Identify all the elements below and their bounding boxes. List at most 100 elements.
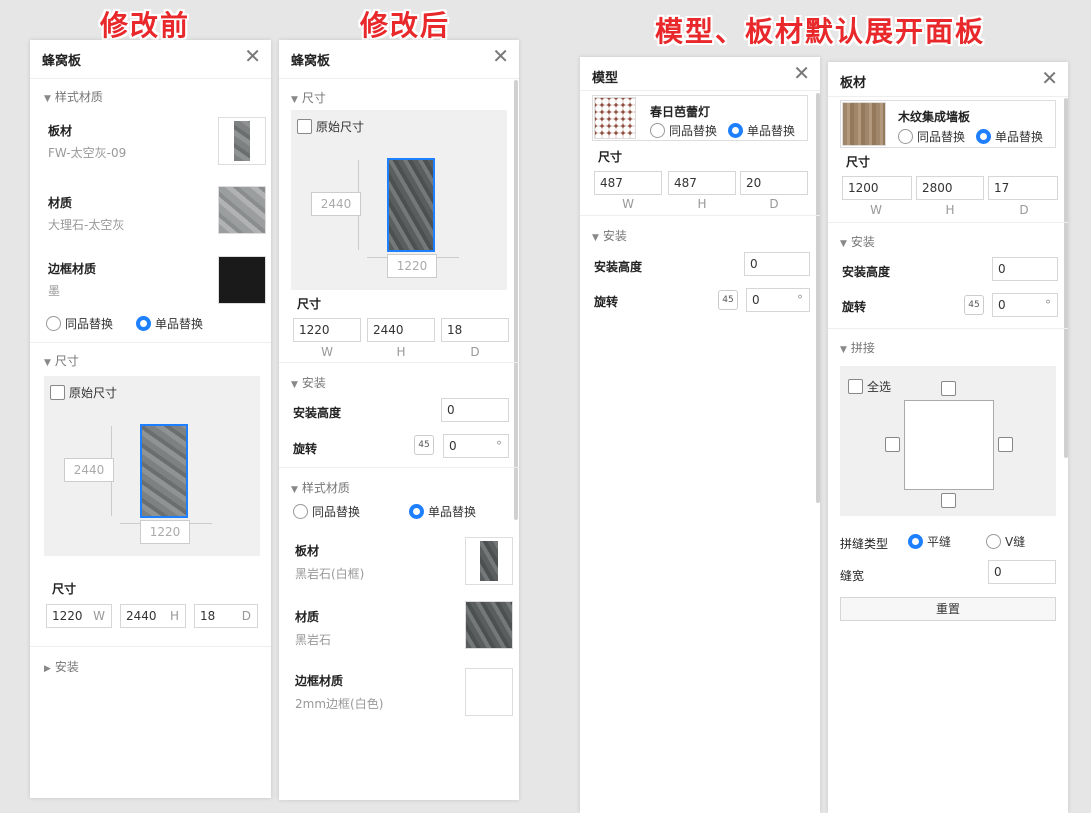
panel-title: 板材 (840, 76, 867, 91)
model-thumbnail[interactable] (842, 102, 886, 146)
radio-seam-flat[interactable]: 平缝 (908, 533, 951, 550)
depth-input[interactable]: 17 (988, 176, 1058, 200)
checkbox-icon (941, 493, 956, 508)
material-thumbnail[interactable] (218, 117, 266, 165)
scrollbar[interactable] (1064, 98, 1068, 458)
install-height-input[interactable]: 0 (744, 252, 810, 276)
height-input[interactable]: 2800 (916, 176, 984, 200)
panel-title: 模型 (592, 71, 619, 86)
select-all-checkbox[interactable]: 全选 (848, 378, 891, 395)
rotate-input[interactable]: 0 ° (746, 288, 810, 312)
input-value: 0 (998, 298, 1006, 312)
section-label: 尺寸 (301, 91, 326, 105)
material-thumbnail[interactable] (218, 186, 266, 234)
section-install[interactable]: ▶ 安装 (44, 658, 79, 675)
scrollbar[interactable] (816, 93, 820, 503)
left-edge-checkbox[interactable] (885, 437, 904, 452)
splice-preview: 全选 (840, 366, 1056, 516)
triangle-down-icon: ▼ (44, 94, 51, 104)
install-height-input[interactable]: 0 (992, 257, 1058, 281)
input-value: 1200 (848, 181, 879, 195)
seam-width-input[interactable]: 0 (988, 560, 1056, 584)
depth-input[interactable]: 20 (740, 171, 808, 195)
height-dimension: 2440 (311, 192, 361, 216)
bottom-edge-checkbox[interactable] (941, 493, 960, 508)
width-input[interactable]: 1220 W (46, 604, 112, 628)
rotate-input[interactable]: 0 ° (992, 293, 1058, 317)
height-input[interactable]: 2440 (367, 318, 435, 342)
width-axis-label: W (622, 197, 634, 211)
height-input[interactable]: 487 (668, 171, 736, 195)
original-size-checkbox[interactable]: 原始尺寸 (297, 118, 364, 135)
close-icon[interactable]: ✕ (793, 63, 810, 83)
unit-label: D (241, 609, 251, 623)
right-edge-checkbox[interactable] (998, 437, 1017, 452)
board-preview (387, 158, 435, 252)
rotate-input[interactable]: 0 ° (443, 434, 509, 458)
input-value: 487 (600, 176, 623, 190)
size-label: 尺寸 (846, 155, 871, 169)
divider (828, 328, 1068, 329)
checkbox-icon (50, 385, 65, 400)
item-label: 板材 (295, 544, 320, 558)
radio-single-product[interactable]: 单品替换 (728, 122, 795, 139)
section-install[interactable]: ▼ 安装 (840, 233, 875, 250)
scrollbar[interactable] (514, 80, 518, 520)
material-thumbnail[interactable] (465, 601, 513, 649)
install-height-input[interactable]: 0 (441, 398, 509, 422)
model-thumbnail[interactable] (594, 97, 636, 139)
width-input[interactable]: 1200 (842, 176, 912, 200)
radio-single-product[interactable]: 单品替换 (136, 315, 203, 332)
material-thumbnail[interactable] (465, 668, 513, 716)
original-size-checkbox[interactable]: 原始尺寸 (50, 384, 117, 401)
rotate-45-icon[interactable]: 45 (718, 290, 738, 310)
section-style-material[interactable]: ▼ 样式材质 (291, 479, 350, 496)
checkbox-icon (297, 119, 312, 134)
depth-axis-label: D (1019, 203, 1029, 217)
radio-label: 单品替换 (155, 317, 204, 331)
reset-button[interactable]: 重置 (840, 597, 1056, 621)
install-height-label: 安装高度 (293, 406, 342, 420)
section-install[interactable]: ▼ 安装 (291, 374, 326, 391)
radio-seam-v[interactable]: V缝 (986, 533, 1025, 550)
rotate-45-icon[interactable]: 45 (414, 435, 434, 455)
close-icon[interactable]: ✕ (244, 46, 261, 66)
depth-input[interactable]: 18 (441, 318, 509, 342)
height-axis-label: H (396, 345, 406, 359)
panel-board: 板材 ✕ 木纹集成墙板 同品替换 单品替换 尺寸 1200 2800 17 W … (828, 62, 1068, 813)
input-value: 0 (752, 293, 760, 307)
section-style-material[interactable]: ▼ 样式材质 (44, 88, 103, 105)
section-splice[interactable]: ▼ 拼接 (840, 339, 875, 356)
section-install[interactable]: ▼ 安装 (592, 227, 627, 244)
width-input[interactable]: 487 (594, 171, 662, 195)
section-size[interactable]: ▼ 尺寸 (44, 352, 79, 369)
section-size[interactable]: ▼ 尺寸 (291, 89, 326, 106)
divider (828, 222, 1068, 223)
section-label: 安装 (602, 229, 627, 243)
radio-single-product[interactable]: 单品替换 (409, 503, 476, 520)
material-thumbnail[interactable] (465, 537, 513, 585)
width-input[interactable]: 1220 (293, 318, 361, 342)
heading-before: 修改前 (100, 9, 191, 42)
input-value: 0 (998, 262, 1006, 276)
radio-same-product[interactable]: 同品替换 (293, 503, 360, 520)
top-edge-checkbox[interactable] (941, 381, 960, 396)
triangle-right-icon: ▶ (44, 664, 51, 674)
depth-input[interactable]: 18 D (194, 604, 258, 628)
radio-label: 单品替换 (747, 124, 796, 138)
radio-label: 同品替换 (917, 130, 966, 144)
radio-same-product[interactable]: 同品替换 (650, 122, 717, 139)
close-icon[interactable]: ✕ (492, 46, 509, 66)
rotate-45-icon[interactable]: 45 (964, 295, 984, 315)
input-value: 2800 (922, 181, 953, 195)
input-value: 2440 (126, 609, 157, 623)
radio-same-product[interactable]: 同品替换 (46, 315, 113, 332)
radio-single-product[interactable]: 单品替换 (976, 128, 1043, 145)
material-thumbnail[interactable] (218, 256, 266, 304)
radio-label: 同品替换 (65, 317, 114, 331)
close-icon[interactable]: ✕ (1041, 68, 1058, 88)
radio-same-product[interactable]: 同品替换 (898, 128, 965, 145)
radio-label: 单品替换 (995, 130, 1044, 144)
unit-label: H (169, 609, 179, 623)
height-input[interactable]: 2440 H (120, 604, 186, 628)
